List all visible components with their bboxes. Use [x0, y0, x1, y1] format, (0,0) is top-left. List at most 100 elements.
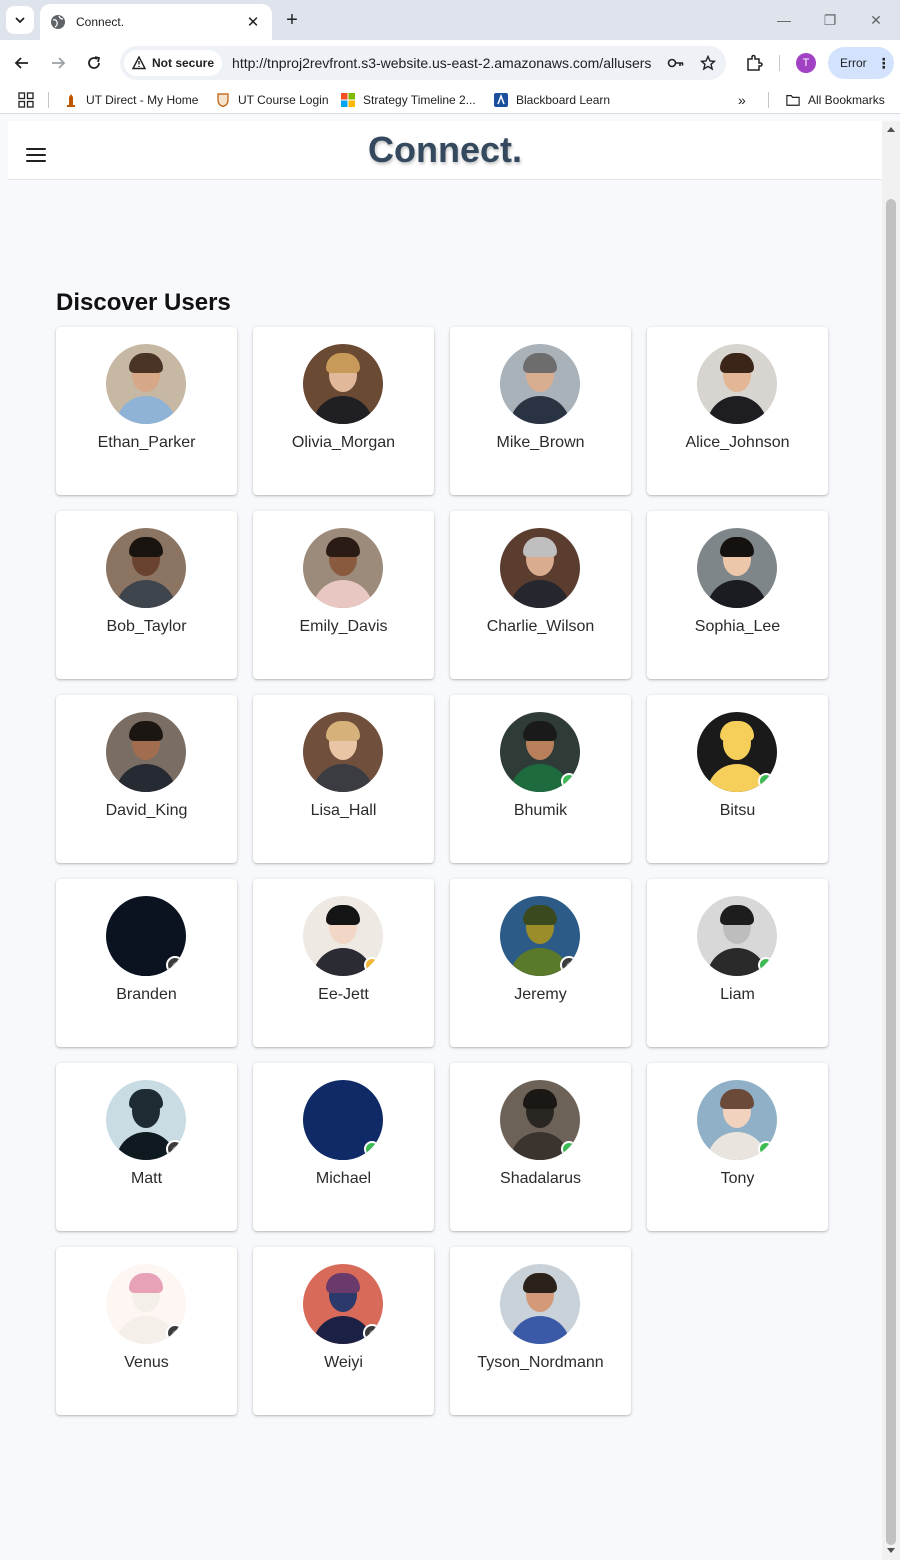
- avatar-body: [116, 764, 176, 792]
- avatar: [106, 1080, 186, 1160]
- status-offline-badge: [166, 1324, 184, 1342]
- user-name: Weiyi: [324, 1354, 363, 1371]
- extensions-puzzle-icon[interactable]: [740, 49, 768, 77]
- user-card[interactable]: Liam: [647, 879, 828, 1047]
- url-text[interactable]: http://tnproj2revfront.s3-website.us-eas…: [232, 55, 662, 71]
- avatar: [500, 1264, 580, 1344]
- tab-search-button[interactable]: [6, 6, 34, 34]
- avatar-hair: [523, 353, 557, 373]
- bookmark-strategy-timeline[interactable]: Strategy Timeline 2...: [341, 91, 476, 109]
- bookmark-star-icon[interactable]: [694, 49, 722, 77]
- window-close-icon[interactable]: ✕: [864, 8, 888, 32]
- user-card[interactable]: Emily_Davis: [253, 511, 434, 679]
- user-card[interactable]: Weiyi: [253, 1247, 434, 1415]
- more-vert-icon: ⋮: [876, 54, 891, 71]
- user-card[interactable]: David_King: [56, 695, 237, 863]
- avatar-body: [313, 764, 373, 792]
- user-card[interactable]: Tony: [647, 1063, 828, 1231]
- avatar-hair: [720, 905, 754, 925]
- apps-grid-icon[interactable]: [18, 91, 34, 109]
- user-card[interactable]: Ethan_Parker: [56, 327, 237, 495]
- avatar-hair: [129, 353, 163, 373]
- bookmark-label: UT Direct - My Home: [86, 93, 199, 107]
- new-tab-plus-icon[interactable]: +: [280, 8, 304, 32]
- user-name: Tyson_Nordmann: [477, 1354, 604, 1371]
- user-card[interactable]: Michael: [253, 1063, 434, 1231]
- avatar: [697, 896, 777, 976]
- browser-toolbar: Not secure http://tnproj2revfront.s3-web…: [0, 40, 900, 86]
- avatar: [500, 344, 580, 424]
- status-away-badge: [364, 957, 380, 973]
- avatar: [500, 1080, 580, 1160]
- user-card[interactable]: Olivia_Morgan: [253, 327, 434, 495]
- user-card[interactable]: Jeremy: [450, 879, 631, 1047]
- avatar: [106, 344, 186, 424]
- avatar-hair: [720, 537, 754, 557]
- user-name: Alice_Johnson: [685, 434, 790, 451]
- avatar: [500, 528, 580, 608]
- avatar-body: [510, 580, 570, 608]
- scrollbar[interactable]: [882, 121, 900, 1560]
- error-menu-button[interactable]: Error ⋮: [828, 47, 894, 79]
- app-header: Connect.: [8, 121, 882, 180]
- user-card[interactable]: Bhumik: [450, 695, 631, 863]
- user-card[interactable]: Branden: [56, 879, 237, 1047]
- user-name: Charlie_Wilson: [486, 618, 595, 635]
- minimize-icon[interactable]: —: [772, 8, 796, 32]
- address-bar[interactable]: Not secure http://tnproj2revfront.s3-web…: [120, 46, 726, 80]
- close-tab-icon[interactable]: ✕: [244, 13, 262, 31]
- ut-shield-icon: [216, 93, 230, 107]
- user-card[interactable]: Mike_Brown: [450, 327, 631, 495]
- bookmarks-overflow-chevron-icon[interactable]: »: [738, 91, 746, 109]
- scroll-down-arrow-icon[interactable]: [887, 1548, 895, 1553]
- bookmark-blackboard[interactable]: Blackboard Learn: [494, 91, 610, 109]
- avatar-hair: [129, 1089, 163, 1109]
- bookmark-ut-direct[interactable]: UT Direct - My Home: [64, 91, 198, 109]
- brand-logo[interactable]: Connect.: [8, 129, 882, 171]
- user-card[interactable]: Shadalarus: [450, 1063, 631, 1231]
- reload-icon[interactable]: [80, 49, 108, 77]
- scrollbar-thumb[interactable]: [886, 199, 896, 1545]
- avatar-hair: [129, 537, 163, 557]
- status-online-badge: [758, 773, 774, 789]
- user-card[interactable]: Sophia_Lee: [647, 511, 828, 679]
- security-chip[interactable]: Not secure: [124, 50, 223, 76]
- all-bookmarks-folder[interactable]: All Bookmarks: [786, 91, 885, 109]
- status-offline-badge: [363, 1324, 381, 1342]
- user-card[interactable]: Bob_Taylor: [56, 511, 237, 679]
- user-card[interactable]: Ee-Jett: [253, 879, 434, 1047]
- avatar-hair: [326, 721, 360, 741]
- forward-arrow-icon[interactable]: [44, 49, 72, 77]
- avatar: [303, 896, 383, 976]
- avatar-hair: [129, 1273, 163, 1293]
- user-name: Michael: [315, 1170, 372, 1187]
- user-card[interactable]: Charlie_Wilson: [450, 511, 631, 679]
- avatar: [697, 344, 777, 424]
- scroll-up-arrow-icon[interactable]: [887, 127, 895, 132]
- user-card[interactable]: Bitsu: [647, 695, 828, 863]
- avatar: [697, 528, 777, 608]
- back-arrow-icon[interactable]: [8, 49, 36, 77]
- user-card[interactable]: Matt: [56, 1063, 237, 1231]
- bookmarks-bar: UT Direct - My Home UT Course Login Stra…: [0, 86, 900, 114]
- user-card[interactable]: Tyson_Nordmann: [450, 1247, 631, 1415]
- bookmark-ut-course-login[interactable]: UT Course Login: [216, 91, 329, 109]
- tab-title: Connect.: [76, 15, 125, 29]
- user-card[interactable]: Lisa_Hall: [253, 695, 434, 863]
- page-viewport: Connect. Discover Users Ethan_Parker Oliv…: [0, 121, 882, 1560]
- avatar-hair: [326, 1273, 360, 1293]
- user-card[interactable]: Venus: [56, 1247, 237, 1415]
- profile-avatar[interactable]: T: [796, 53, 816, 73]
- toolbar-divider: [779, 55, 780, 71]
- user-card[interactable]: Alice_Johnson: [647, 327, 828, 495]
- avatar-body: [510, 1316, 570, 1344]
- avatar: [106, 712, 186, 792]
- user-name: Bob_Taylor: [106, 618, 187, 635]
- user-name: Jeremy: [514, 986, 567, 1003]
- restore-icon[interactable]: ❐: [818, 8, 842, 32]
- user-name: Olivia_Morgan: [291, 434, 396, 451]
- user-name: Emily_Davis: [299, 618, 388, 635]
- password-key-icon[interactable]: [662, 49, 690, 77]
- avatar-hair: [523, 721, 557, 741]
- tab-connect[interactable]: Connect. ✕: [40, 4, 272, 40]
